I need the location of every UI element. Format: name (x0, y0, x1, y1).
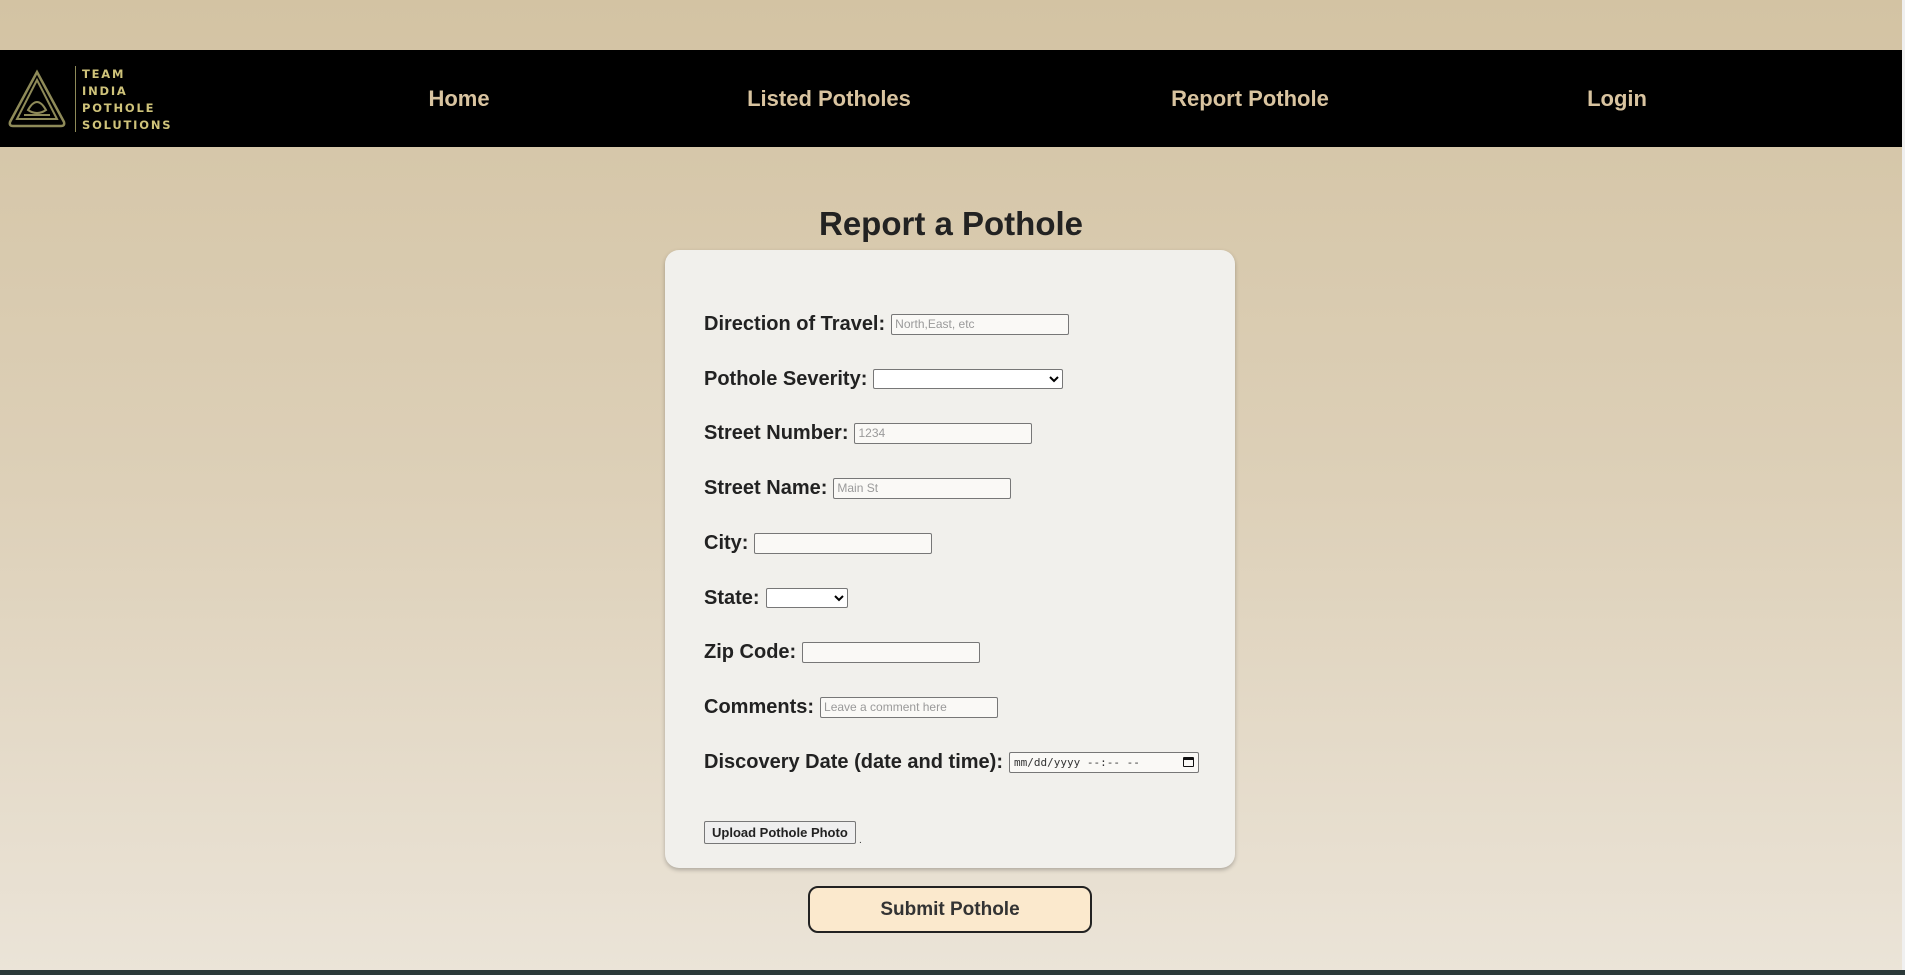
nav-home[interactable]: Home (428, 86, 489, 112)
logo-wordmark: TEAM INDIA POTHOLE SOLUTIONS (75, 66, 172, 132)
comments-row: Comments: (704, 695, 999, 719)
discovery-datetime-value: mm/dd/yyyy --:-- -- (1013, 755, 1140, 769)
bottom-edge (0, 970, 1905, 975)
street-number-label: Street Number: (704, 421, 849, 444)
navbar: TEAM INDIA POTHOLE SOLUTIONS Home Listed… (0, 50, 1902, 147)
pothole-triangle-icon (8, 69, 66, 128)
comments-input[interactable] (820, 696, 999, 718)
direction-row: Direction of Travel: (704, 312, 1070, 336)
team-logo[interactable]: TEAM INDIA POTHOLE SOLUTIONS (6, 66, 176, 132)
page-title: Report a Pothole (818, 205, 1084, 242)
zip-input[interactable] (802, 641, 981, 663)
report-form: Direction of Travel: Pothole Severity: S… (665, 250, 1235, 868)
discovery-label: Discovery Date (date and time): (704, 750, 1003, 773)
logo-line-1: TEAM (82, 67, 126, 81)
street-number-row: Street Number: (704, 421, 1033, 445)
street-name-input[interactable] (833, 477, 1012, 499)
severity-select[interactable] (873, 369, 1064, 389)
nav-listed-potholes[interactable]: Listed Potholes (747, 86, 911, 112)
city-label: City: (704, 531, 749, 554)
zip-label: Zip Code: (704, 640, 797, 663)
nav-login[interactable]: Login (1587, 86, 1647, 112)
upload-file-status: . (859, 835, 862, 846)
zip-row: Zip Code: (704, 640, 981, 664)
nav-report-pothole[interactable]: Report Pothole (1171, 86, 1329, 112)
state-row: State: (704, 586, 848, 610)
discovery-row: Discovery Date (date and time): mm/dd/yy… (704, 750, 1199, 774)
direction-input[interactable] (891, 313, 1070, 335)
street-name-row: Street Name: (704, 476, 1012, 500)
upload-photo-button[interactable]: Upload Pothole Photo (704, 821, 856, 844)
logo-line-4: SOLUTIONS (82, 118, 173, 132)
calendar-icon[interactable] (1182, 757, 1194, 767)
street-name-label: Street Name: (704, 476, 828, 499)
direction-label: Direction of Travel: (704, 312, 886, 335)
logo-line-2: INDIA (82, 84, 128, 98)
discovery-datetime-input[interactable]: mm/dd/yyyy --:-- -- (1008, 751, 1199, 773)
city-row: City: (704, 531, 933, 555)
city-input[interactable] (754, 532, 933, 554)
state-select[interactable] (765, 588, 848, 608)
street-number-input[interactable] (854, 422, 1033, 444)
severity-row: Pothole Severity: (704, 367, 1064, 391)
state-label: State: (704, 586, 760, 609)
comments-label: Comments: (704, 695, 815, 718)
logo-line-3: POTHOLE (82, 101, 156, 115)
severity-label: Pothole Severity: (704, 367, 868, 390)
submit-pothole-button[interactable]: Submit Pothole (808, 886, 1092, 933)
